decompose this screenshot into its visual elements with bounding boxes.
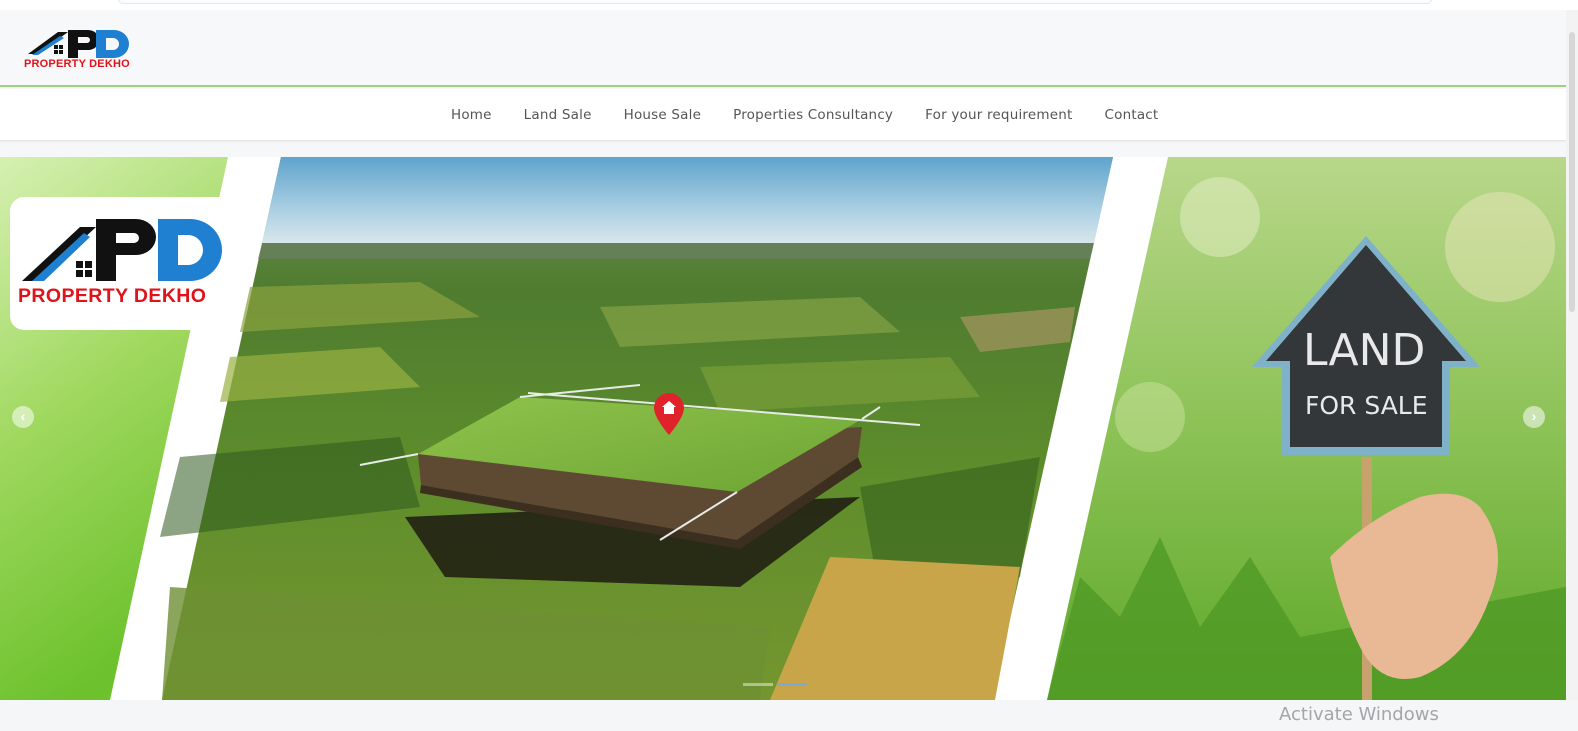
site-header: PROPERTY DEKHO [0, 10, 1566, 87]
os-activation-watermark: Activate Windows [1279, 704, 1439, 725]
hero-brand-badge: PROPERTY DEKHO [10, 197, 242, 330]
sign-line-1: LAND [1303, 325, 1426, 376]
address-bar[interactable] [118, 0, 1432, 4]
chevron-right-icon: › [1531, 408, 1537, 424]
sign-line-2: FOR SALE [1305, 391, 1428, 420]
nav-contact[interactable]: Contact [1104, 107, 1158, 123]
hero-brand-name: PROPERTY DEKHO [18, 285, 207, 307]
browser-top-strip [0, 0, 1578, 10]
slider-dot-2[interactable] [777, 683, 807, 686]
scrollbar-thumb[interactable] [1569, 32, 1575, 312]
slider-indicators [743, 683, 807, 686]
hero-brand-logo [22, 219, 222, 281]
chevron-left-icon: ‹ [20, 408, 26, 424]
slider-next-button[interactable]: › [1523, 406, 1545, 428]
nav-land-sale[interactable]: Land Sale [524, 107, 592, 123]
nav-properties-consultancy[interactable]: Properties Consultancy [733, 107, 893, 123]
page-scrollbar[interactable] [1566, 10, 1578, 700]
nav-for-your-requirement[interactable]: For your requirement [925, 107, 1072, 123]
nav-home[interactable]: Home [451, 107, 492, 123]
sky-area [262, 157, 1113, 243]
brand-name-small: PROPERTY DEKHO [24, 58, 130, 70]
nav-house-sale[interactable]: House Sale [624, 107, 702, 123]
slider-dot-1[interactable] [743, 683, 773, 686]
main-nav: Home Land Sale House Sale Properties Con… [0, 89, 1566, 141]
slider-prev-button[interactable]: ‹ [12, 406, 34, 428]
